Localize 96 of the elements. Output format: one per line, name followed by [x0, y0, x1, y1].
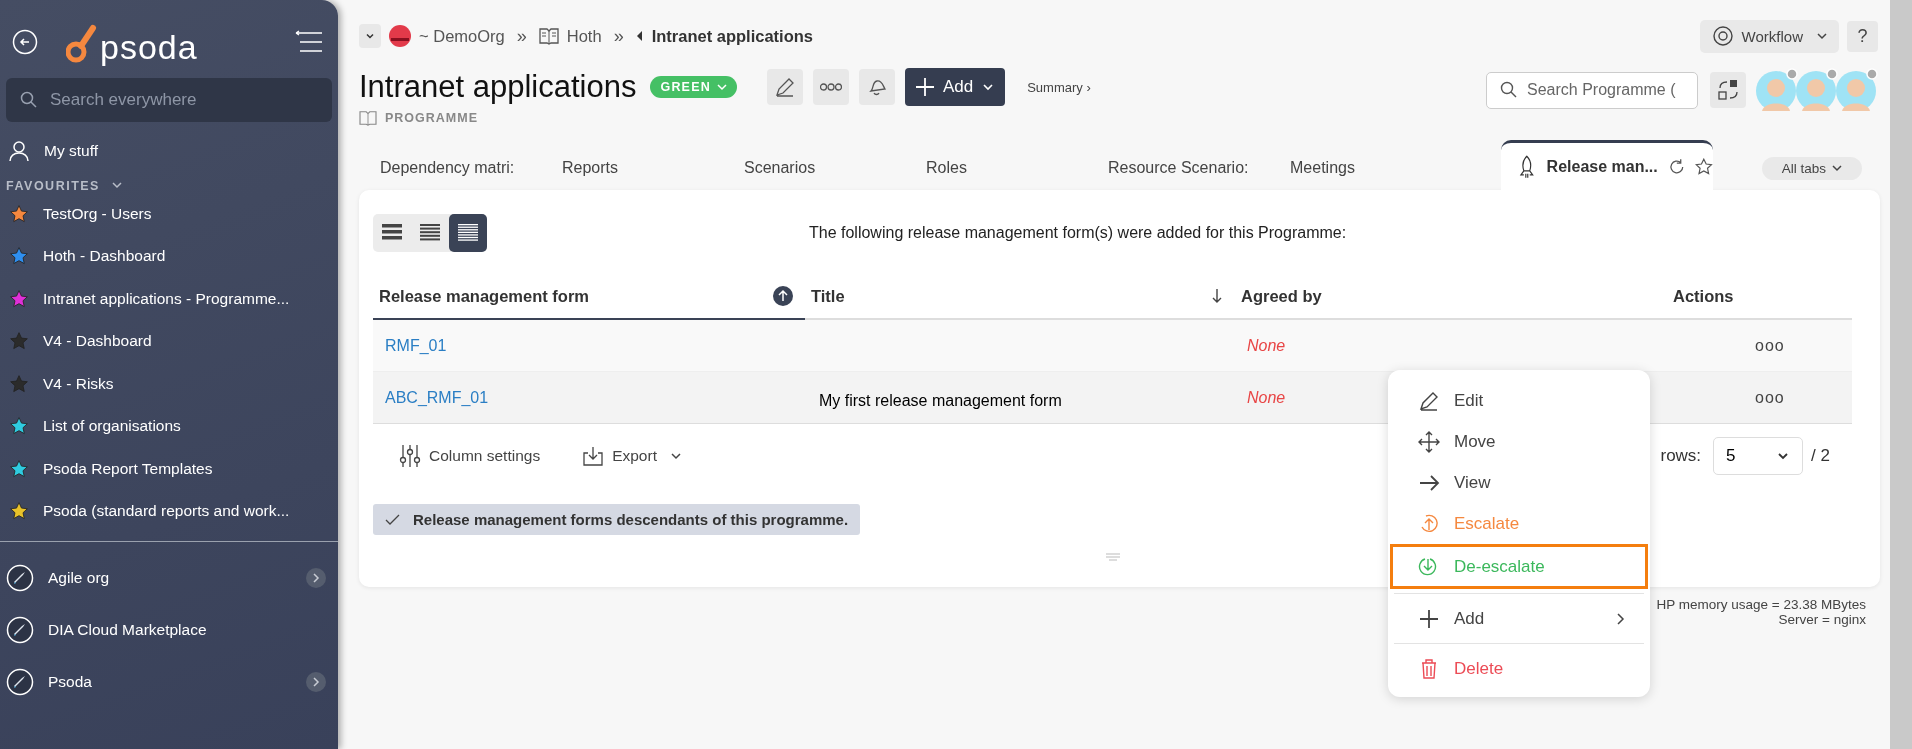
caret-left-icon	[635, 31, 644, 41]
tab[interactable]: Roles	[905, 146, 1087, 190]
actions-button[interactable]: ooo	[1749, 387, 1791, 408]
more-icon	[819, 83, 842, 91]
more-button[interactable]	[812, 69, 849, 105]
form-link[interactable]: RMF_01	[385, 336, 447, 355]
cycle-icon	[1711, 25, 1734, 47]
favourite-item[interactable]: V4 - Dashboard	[0, 320, 338, 363]
sort-down-icon[interactable]	[1211, 288, 1223, 304]
table-cell: None	[1247, 336, 1286, 355]
user-icon	[8, 140, 30, 163]
intro-text: The following release management form(s) were added for this Programme:	[809, 224, 1347, 242]
check-icon	[385, 512, 401, 527]
menu-item[interactable]: Edit	[1390, 380, 1648, 421]
chevron-right-icon[interactable]	[306, 567, 326, 588]
breadcrumb-link[interactable]: ~ DemoOrg	[419, 26, 505, 46]
plus-icon	[914, 77, 935, 97]
column-settings-button[interactable]: Column settings	[393, 443, 547, 469]
chevron-down-icon	[111, 182, 122, 189]
help-button[interactable]: ?	[1847, 20, 1878, 52]
favourite-item[interactable]: V4 - Risks	[0, 362, 338, 405]
search-field[interactable]: Search everywhere	[6, 78, 332, 122]
favourite-item[interactable]: Psoda Report Templates	[0, 447, 338, 490]
page-count: / 2	[1811, 446, 1830, 466]
chevron-down-icon	[1832, 165, 1842, 172]
chevron-down-icon	[670, 452, 681, 460]
menu-item[interactable]: View	[1390, 462, 1648, 503]
my-stuff-link[interactable]: My stuff	[0, 130, 338, 173]
edit-icon	[1418, 389, 1440, 412]
add-button[interactable]: Add	[904, 68, 1006, 106]
switch-view-button[interactable]	[1710, 72, 1746, 108]
menu-item[interactable]: Move	[1390, 421, 1648, 462]
sliders-icon	[399, 444, 421, 468]
list-icon	[381, 223, 403, 243]
breadcrumb-separator: »	[516, 25, 527, 47]
bell-button[interactable]	[858, 69, 895, 105]
type-label: PROGRAMME	[385, 111, 479, 125]
book-icon	[538, 27, 559, 45]
chevron-right-icon[interactable]	[306, 671, 326, 692]
star-icon[interactable]	[1695, 157, 1713, 176]
add-icon	[1418, 607, 1440, 630]
favourites-heading[interactable]: FAVOURITES	[6, 178, 100, 193]
sort-up-icon[interactable]	[773, 286, 793, 306]
list-icon	[419, 223, 441, 243]
favourite-item[interactable]: TestOrg - Users	[0, 192, 338, 235]
server-info-text: HP memory usage = 23.38 MBytes	[1656, 597, 1866, 612]
menu-item[interactable]: Add	[1390, 598, 1648, 639]
tab[interactable]: Meetings	[1269, 146, 1451, 190]
rows-label: rows:	[1660, 446, 1702, 466]
favourite-item[interactable]: Hoth - Dashboard	[0, 235, 338, 278]
actions-button[interactable]: ooo	[1749, 335, 1791, 356]
refresh-icon[interactable]	[1667, 157, 1686, 176]
tab[interactable]: Release man...	[1501, 140, 1713, 190]
download-icon	[582, 445, 605, 467]
view-mode-button[interactable]	[449, 214, 487, 252]
pencil-icon	[773, 76, 796, 98]
move-icon	[1418, 430, 1440, 453]
swap-icon	[1716, 78, 1740, 102]
breadcrumb-separator: »	[613, 25, 624, 47]
book-icon	[359, 110, 377, 126]
favourite-item[interactable]: Intranet applications - Programme...	[0, 277, 338, 320]
tab[interactable]: Reports	[541, 146, 723, 190]
organisation-item[interactable]: DIA Cloud Marketplace	[0, 603, 338, 656]
page-title: Intranet applications	[359, 69, 637, 105]
server-info-text: Server = nginx	[1778, 612, 1866, 627]
breadcrumb-link[interactable]: Hoth	[566, 26, 602, 46]
tab[interactable]: Dependency matri:	[359, 146, 541, 190]
rows-select[interactable]: 5	[1713, 437, 1804, 475]
tab[interactable]: Resource Scenario:	[1087, 146, 1269, 190]
logo-text: psoda	[100, 30, 198, 64]
menu-item[interactable]: Delete	[1390, 648, 1648, 689]
table-cell: My first release management form	[819, 391, 1062, 410]
back-icon[interactable]	[12, 29, 38, 55]
summary-link[interactable]: Summary ›	[1027, 79, 1091, 95]
all-tabs-button[interactable]: All tabs	[1761, 157, 1862, 180]
org-avatar-icon	[389, 25, 411, 47]
list-icon	[457, 223, 479, 243]
scrollbar[interactable]	[1890, 0, 1912, 749]
favourite-item[interactable]: List of organisations	[0, 405, 338, 448]
filter-note[interactable]: Release management forms descendants of this programme.	[373, 504, 861, 535]
dropdown-button[interactable]	[359, 24, 381, 48]
chevron-right-icon	[1616, 611, 1626, 626]
chevron-down-icon	[1817, 32, 1827, 40]
export-button[interactable]: Export	[576, 444, 687, 468]
organisation-item[interactable]: Psoda	[0, 655, 338, 708]
search-field[interactable]: Search Programme (	[1486, 71, 1698, 109]
resize-grip-icon[interactable]	[1104, 553, 1121, 563]
workflow-button[interactable]: Workflow	[1699, 19, 1839, 53]
table-cell: None	[1247, 388, 1286, 407]
form-link[interactable]: ABC_RMF_01	[385, 388, 489, 407]
edit-button[interactable]	[766, 69, 803, 105]
favourite-item[interactable]: Psoda (standard reports and work...	[0, 490, 338, 533]
organisation-item[interactable]: Agile org	[0, 551, 338, 604]
tab[interactable]: Scenarios	[723, 146, 905, 190]
chevron-down-icon	[716, 83, 727, 91]
breadcrumb-link[interactable]: Intranet applications	[651, 26, 813, 46]
